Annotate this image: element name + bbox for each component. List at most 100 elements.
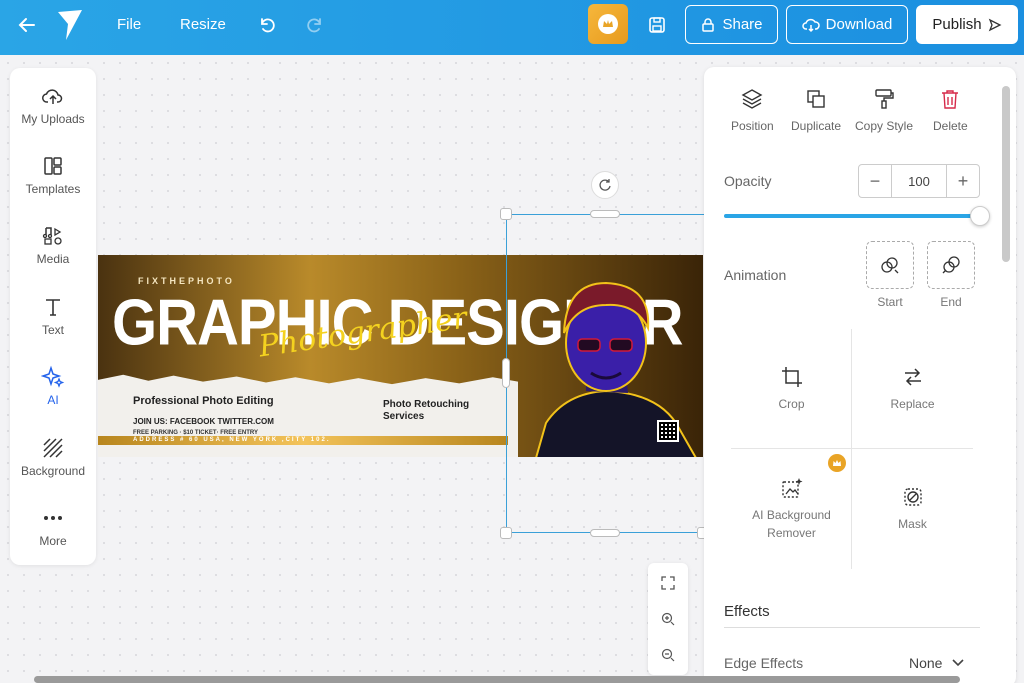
download-label: Download xyxy=(825,16,893,33)
templates-icon xyxy=(44,157,62,175)
media-icon xyxy=(42,227,62,245)
ai-image-icon xyxy=(781,478,802,498)
resize-handle-left[interactable] xyxy=(502,358,510,388)
tool-label: AI xyxy=(47,393,59,407)
send-icon xyxy=(988,18,1002,31)
zoom-controls xyxy=(648,563,688,675)
top-bar: File Resize Share Download Publish xyxy=(0,0,1024,55)
paint-roller-icon xyxy=(875,89,894,109)
back-arrow-icon[interactable] xyxy=(16,14,38,36)
cloud-upload-icon xyxy=(42,89,63,104)
position-label: Position xyxy=(731,119,774,133)
position-button[interactable]: Position xyxy=(731,87,774,133)
crop-icon xyxy=(781,367,802,387)
premium-crown-badge xyxy=(828,454,846,472)
tool-label: My Uploads xyxy=(21,112,85,126)
opacity-decrease-button[interactable]: − xyxy=(859,165,891,197)
layers-icon xyxy=(741,89,763,109)
crop-button[interactable]: Crop xyxy=(731,329,852,449)
effects-heading: Effects xyxy=(724,603,770,620)
share-button[interactable]: Share xyxy=(685,5,778,44)
share-label: Share xyxy=(722,16,763,33)
delete-label: Delete xyxy=(933,119,968,133)
cloud-download-icon xyxy=(801,18,820,32)
banner-address: ADDRESS # 60 USA, NEW YORK ,CITY 102. xyxy=(133,437,331,443)
copy-style-button[interactable]: Copy Style xyxy=(855,87,913,133)
resize-menu[interactable]: Resize xyxy=(180,16,226,33)
tool-label: Background xyxy=(20,464,86,478)
zoom-out-icon[interactable] xyxy=(658,645,678,665)
tool-my-uploads[interactable]: My Uploads xyxy=(10,84,96,126)
crown-icon xyxy=(598,14,618,34)
resize-handle-top[interactable] xyxy=(590,210,620,218)
resize-handle-bl[interactable] xyxy=(500,527,512,539)
tool-text[interactable]: Text xyxy=(10,295,96,337)
lock-icon xyxy=(702,17,715,32)
download-button[interactable]: Download xyxy=(786,5,908,44)
left-toolbar: My Uploads Templates Media Text AI Backg… xyxy=(10,68,96,565)
redo-icon[interactable] xyxy=(304,14,326,36)
premium-crown-button[interactable] xyxy=(588,4,628,44)
selection-box xyxy=(506,214,706,533)
crop-label: Crop xyxy=(778,397,805,411)
replace-label: Replace xyxy=(890,397,935,411)
fullscreen-icon[interactable] xyxy=(658,573,678,593)
undo-icon[interactable] xyxy=(256,14,278,36)
tool-media[interactable]: Media xyxy=(10,224,96,266)
resize-handle-bottom[interactable] xyxy=(590,529,620,537)
opacity-slider[interactable] xyxy=(724,214,980,218)
animation-end-label: End xyxy=(940,295,962,309)
zoom-in-icon[interactable] xyxy=(658,609,678,629)
crown-icon xyxy=(833,460,841,466)
tool-ai[interactable]: AI xyxy=(10,365,96,407)
panel-scrollbar[interactable] xyxy=(1002,86,1010,262)
publish-button[interactable]: Publish xyxy=(916,5,1018,44)
banner-line1: Professional Photo Editing xyxy=(133,395,274,407)
animation-start-icon xyxy=(881,257,899,274)
ai-background-remover-label: AI Background Remover xyxy=(752,508,831,540)
opacity-value[interactable]: 100 xyxy=(891,165,947,197)
tool-label: Templates xyxy=(25,182,81,196)
animation-end-button[interactable] xyxy=(927,241,975,289)
edge-effects-dropdown[interactable]: None xyxy=(909,655,965,671)
gold-address-bar: ADDRESS # 60 USA, NEW YORK ,CITY 102. xyxy=(98,436,508,445)
publish-label: Publish xyxy=(932,16,982,33)
sparkle-icon xyxy=(41,365,65,388)
opacity-stepper[interactable]: − 100 + xyxy=(858,164,980,198)
trash-icon xyxy=(942,90,959,109)
rotate-handle[interactable] xyxy=(591,171,619,199)
mask-button[interactable]: Mask xyxy=(852,449,973,569)
resize-handle-tl[interactable] xyxy=(500,208,512,220)
properties-panel: Position Duplicate Copy Style Delete Opa… xyxy=(704,67,1016,683)
rotate-icon xyxy=(599,179,611,191)
mask-icon xyxy=(903,488,922,506)
tool-templates[interactable]: Templates xyxy=(10,154,96,196)
logo-icon xyxy=(55,8,85,42)
text-icon xyxy=(46,299,60,316)
opacity-slider-knob[interactable] xyxy=(970,206,990,226)
file-menu[interactable]: File xyxy=(117,16,141,33)
animation-start-label: Start xyxy=(877,295,903,309)
replace-button[interactable]: Replace xyxy=(852,329,973,449)
tool-label: Text xyxy=(41,323,64,337)
opacity-increase-button[interactable]: + xyxy=(947,165,979,197)
chevron-down-icon xyxy=(952,659,965,667)
tool-grid: Crop Replace AI Background Remover Mask xyxy=(731,329,973,569)
background-icon xyxy=(43,438,63,458)
replace-icon xyxy=(904,368,921,386)
duplicate-button[interactable]: Duplicate xyxy=(791,87,841,133)
duplicate-label: Duplicate xyxy=(791,119,842,133)
tool-more[interactable]: More xyxy=(10,506,96,548)
save-icon[interactable] xyxy=(646,14,668,36)
more-icon xyxy=(44,516,62,520)
delete-button[interactable]: Delete xyxy=(933,87,968,133)
canvas-horizontal-scrollbar[interactable] xyxy=(34,676,960,683)
tool-background[interactable]: Background xyxy=(10,436,96,478)
copy-style-label: Copy Style xyxy=(855,119,914,133)
animation-label: Animation xyxy=(724,267,787,283)
edge-effects-value: None xyxy=(909,655,943,671)
banner-line4: Photo Retouching Services xyxy=(383,399,470,422)
edge-effects-label: Edge Effects xyxy=(724,655,804,671)
animation-end-icon xyxy=(942,256,960,274)
animation-start-button[interactable] xyxy=(866,241,914,289)
